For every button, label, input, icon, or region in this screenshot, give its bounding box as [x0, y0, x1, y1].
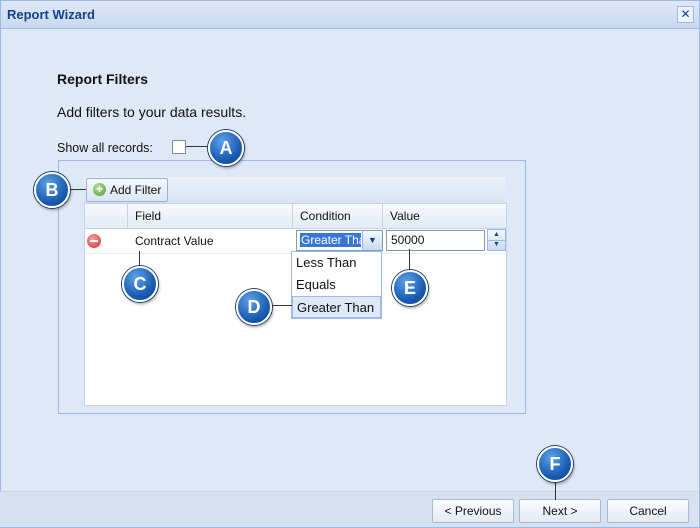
title-bar: Report Wizard ✕ [1, 1, 699, 29]
field-cell[interactable]: Contract Value [135, 234, 214, 248]
condition-dropdown-list: Less Than Equals Greater Than [291, 251, 382, 319]
callout-d: D [236, 289, 272, 325]
page-description: Add filters to your data results. [57, 104, 247, 120]
option-label: Less Than [296, 255, 357, 270]
column-label-field: Field [135, 209, 162, 223]
cancel-button[interactable]: Cancel [607, 499, 689, 523]
option-greater-than[interactable]: Greater Than [292, 296, 381, 318]
grid-header: Field Condition Value [85, 204, 506, 229]
value-field[interactable]: 50000 [386, 230, 485, 251]
condition-value: Greater Than [300, 233, 361, 247]
close-icon[interactable]: ✕ [677, 6, 694, 23]
chevron-down-icon[interactable]: ▼ [362, 231, 382, 250]
value-spinner[interactable]: ▲ ▼ [487, 229, 506, 251]
option-label: Equals [296, 277, 336, 292]
page-heading: Report Filters [57, 71, 149, 87]
add-icon: + [93, 183, 106, 196]
column-label-value: Value [390, 209, 420, 223]
value-text: 50000 [391, 233, 425, 247]
remove-filter-icon[interactable] [87, 234, 101, 248]
callout-e: E [392, 270, 428, 306]
callout-b: B [34, 172, 70, 208]
condition-combobox[interactable]: Greater Than ▼ [296, 230, 383, 251]
option-equals[interactable]: Equals [292, 274, 381, 296]
grid-header-field[interactable]: Field [127, 204, 293, 228]
grid-header-value[interactable]: Value [382, 204, 505, 228]
window-title: Report Wizard [7, 7, 95, 22]
previous-button[interactable]: < Previous [432, 499, 514, 523]
grid-header-action [85, 204, 128, 228]
show-all-checkbox[interactable] [172, 140, 186, 154]
add-filter-label: Add Filter [110, 183, 162, 197]
spin-down-icon[interactable]: ▼ [488, 240, 505, 250]
option-label: Greater Than [297, 300, 375, 315]
next-button[interactable]: Next > [519, 499, 601, 523]
callout-e-leader [409, 249, 410, 269]
callout-a: A [208, 130, 244, 166]
add-filter-button[interactable]: + Add Filter [86, 178, 168, 202]
option-less-than[interactable]: Less Than [292, 252, 381, 274]
column-label-condition: Condition [300, 209, 351, 223]
show-all-label: Show all records: [57, 141, 153, 155]
callout-d-leader [270, 305, 292, 306]
callout-f: F [537, 446, 573, 482]
callout-a-leader [186, 146, 210, 147]
callout-c: C [122, 266, 158, 302]
grid-header-condition[interactable]: Condition [292, 204, 383, 228]
